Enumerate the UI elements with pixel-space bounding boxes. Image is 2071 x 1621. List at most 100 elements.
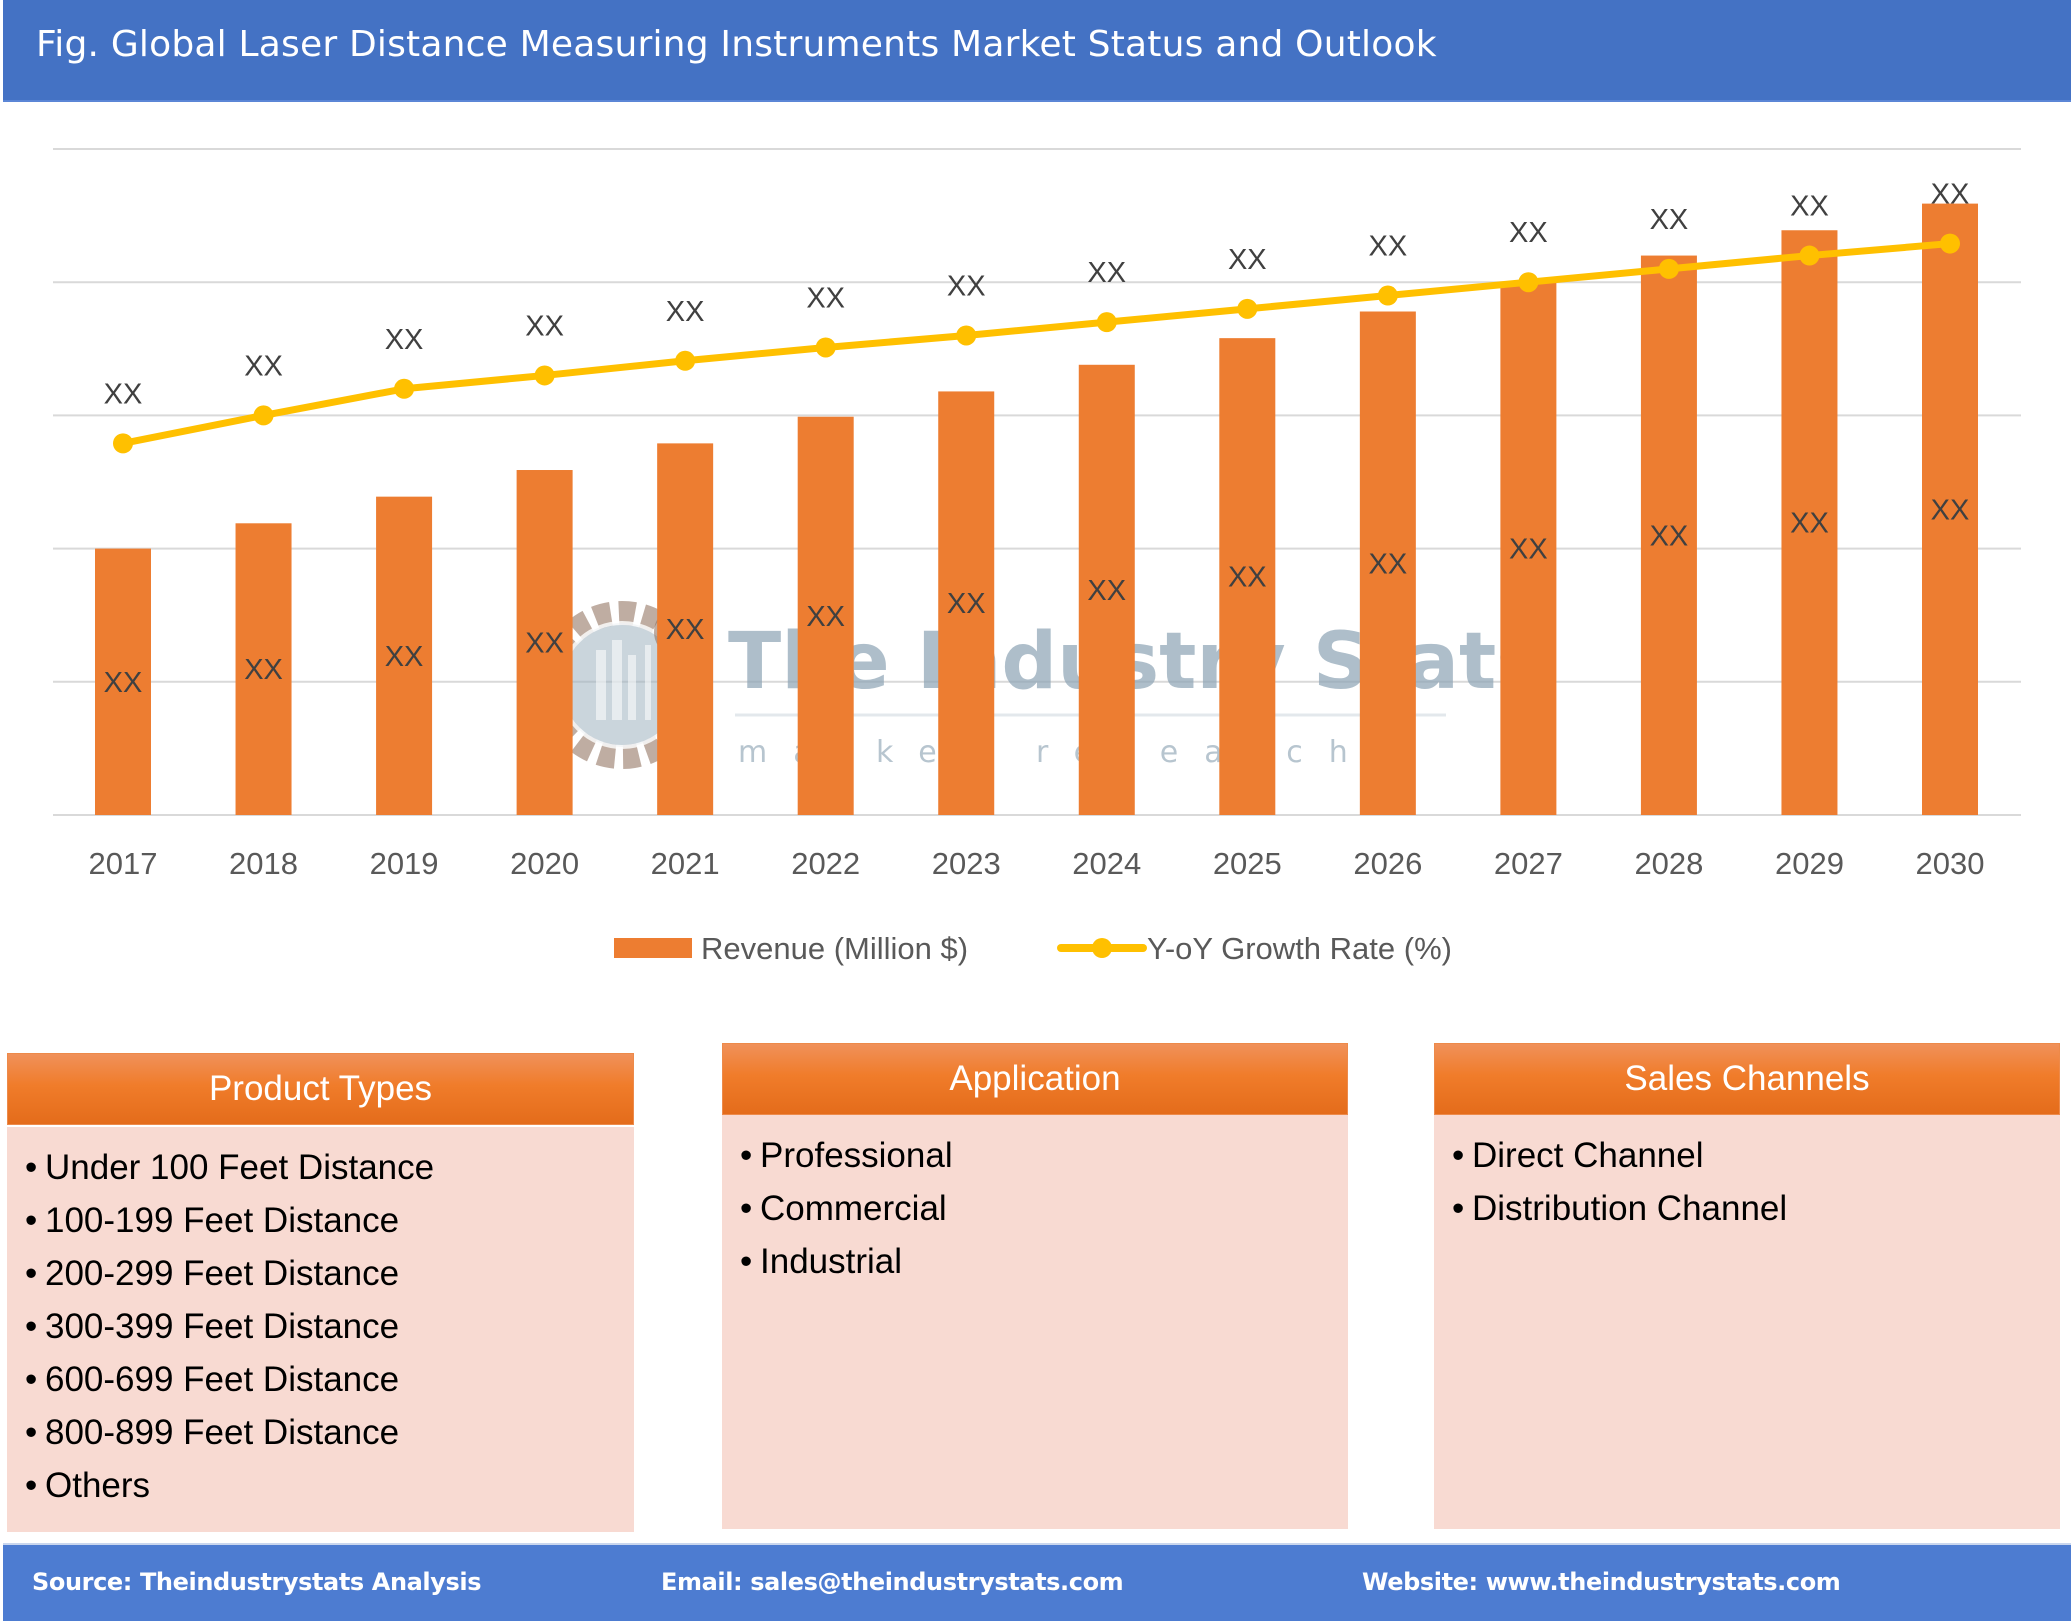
panel-sales-channels: Sales Channels • Direct Channel • Distribut… bbox=[1434, 1043, 2060, 1529]
list-item: • 800-899 Feet Distance bbox=[25, 1406, 634, 1459]
legend-growth-label: Y-oY Growth Rate (%) bbox=[1147, 931, 1452, 966]
growth-marker bbox=[394, 378, 415, 399]
bullet-icon: • bbox=[1452, 1189, 1465, 1228]
sales-channels-list: • Direct Channel • Distribution Channel bbox=[1452, 1129, 2060, 1235]
list-item-label: Distribution Channel bbox=[1472, 1189, 1788, 1228]
footer: Source: Theindustrystats Analysis Email:… bbox=[3, 1543, 2071, 1621]
growth-marker bbox=[675, 350, 696, 371]
x-axis-tick-labels: 2017 2018 2019 2020 2021 2022 2023 2024 2025 2026… bbox=[89, 846, 1985, 881]
legend: Revenue (Million $) Y-oY Growth Rate (%) bbox=[614, 931, 1452, 966]
growth-data-label: XX bbox=[1087, 257, 1126, 289]
list-item-label: 300-399 Feet Distance bbox=[45, 1307, 400, 1346]
revenue-data-label: XX bbox=[806, 601, 845, 633]
list-item-label: Direct Channel bbox=[1472, 1136, 1704, 1175]
list-item: • 200-299 Feet Distance bbox=[25, 1247, 634, 1300]
growth-marker bbox=[1377, 285, 1398, 306]
list-item-label: Industrial bbox=[760, 1242, 903, 1281]
x-tick-label: 2022 bbox=[791, 846, 860, 881]
growth-data-label: XX bbox=[104, 378, 143, 410]
list-item-label: Others bbox=[45, 1466, 151, 1505]
growth-marker bbox=[956, 325, 977, 346]
growth-data-label: XX bbox=[947, 270, 986, 302]
growth-data-label: XX bbox=[385, 324, 424, 356]
x-tick-label: 2017 bbox=[89, 846, 158, 881]
list-item: • Commercial bbox=[740, 1182, 1348, 1235]
panel-application: Application • Professional • Commercial • Ind… bbox=[722, 1043, 1348, 1529]
list-item: • Industrial bbox=[740, 1235, 1348, 1288]
growth-data-label: XX bbox=[1369, 231, 1408, 263]
growth-data-label: XX bbox=[1509, 217, 1548, 249]
revenue-data-label: XX bbox=[1087, 575, 1126, 607]
footer-website[interactable]: Website: www.theindustrystats.com bbox=[1362, 1568, 1841, 1596]
panel-header: Sales Channels bbox=[1434, 1043, 2060, 1115]
bullet-icon: • bbox=[740, 1136, 753, 1175]
growth-data-label: XX bbox=[1790, 191, 1829, 223]
x-tick-label: 2020 bbox=[510, 846, 579, 881]
list-item: • Under 100 Feet Distance bbox=[25, 1141, 634, 1194]
bullet-icon: • bbox=[740, 1189, 753, 1228]
growth-marker bbox=[1658, 258, 1679, 279]
revenue-data-label: XX bbox=[666, 614, 705, 646]
growth-data-label: XX bbox=[806, 282, 845, 314]
list-item-label: Under 100 Feet Distance bbox=[45, 1148, 435, 1187]
x-tick-label: 2027 bbox=[1494, 846, 1563, 881]
list-item: • 300-399 Feet Distance bbox=[25, 1300, 634, 1353]
growth-data-label: XX bbox=[1650, 204, 1689, 236]
x-tick-label: 2028 bbox=[1634, 846, 1703, 881]
revenue-data-label: XX bbox=[104, 667, 143, 699]
application-list: • Professional • Commercial • Industrial bbox=[740, 1129, 1348, 1288]
growth-data-label: XX bbox=[666, 296, 705, 328]
revenue-data-label: XX bbox=[1790, 508, 1829, 540]
bullet-icon: • bbox=[1452, 1136, 1465, 1175]
bullet-icon: • bbox=[740, 1242, 753, 1281]
growth-marker bbox=[253, 405, 274, 426]
growth-marker bbox=[1096, 312, 1117, 333]
bullet-icon: • bbox=[25, 1307, 38, 1346]
x-tick-label: 2023 bbox=[932, 846, 1001, 881]
x-tick-label: 2021 bbox=[651, 846, 720, 881]
growth-marker bbox=[534, 365, 555, 386]
revenue-data-label: XX bbox=[1650, 520, 1689, 552]
x-tick-label: 2026 bbox=[1353, 846, 1422, 881]
bullet-icon: • bbox=[25, 1466, 38, 1505]
panel-header: Application bbox=[722, 1043, 1348, 1115]
x-tick-label: 2018 bbox=[229, 846, 298, 881]
list-item: • Professional bbox=[740, 1129, 1348, 1182]
list-item: • 600-699 Feet Distance bbox=[25, 1353, 634, 1406]
growth-marker bbox=[1799, 245, 1820, 266]
bullet-icon: • bbox=[25, 1360, 38, 1399]
revenue-data-label: XX bbox=[1509, 534, 1548, 566]
bullet-icon: • bbox=[25, 1148, 38, 1187]
x-tick-label: 2025 bbox=[1213, 846, 1282, 881]
x-tick-label: 2024 bbox=[1072, 846, 1141, 881]
page-title: Fig. Global Laser Distance Measuring Ins… bbox=[36, 24, 1437, 65]
revenue-data-label: XX bbox=[1931, 494, 1970, 526]
chart: The Industry Stats market research XX XX X… bbox=[53, 148, 2021, 966]
growth-marker bbox=[113, 433, 133, 454]
growth-marker bbox=[1237, 298, 1258, 319]
growth-marker bbox=[1940, 233, 1960, 254]
legend-revenue-swatch bbox=[614, 938, 692, 958]
bullet-icon: • bbox=[25, 1201, 38, 1240]
product-types-list: • Under 100 Feet Distance • 100-199 Feet Di… bbox=[25, 1141, 634, 1512]
growth-marker bbox=[1518, 272, 1539, 293]
list-item: • Distribution Channel bbox=[1452, 1182, 2060, 1235]
panel-body: • Professional • Commercial • Industrial bbox=[722, 1115, 1348, 1529]
footer-email[interactable]: Email: sales@theindustrystats.com bbox=[661, 1568, 1124, 1596]
panel-body: • Under 100 Feet Distance • 100-199 Feet Di… bbox=[7, 1127, 634, 1532]
bullet-icon: • bbox=[25, 1413, 38, 1452]
panel-body: • Direct Channel • Distribution Channel bbox=[1434, 1115, 2060, 1529]
revenue-data-label: XX bbox=[385, 641, 424, 673]
revenue-bars bbox=[95, 203, 1978, 815]
growth-data-label: XX bbox=[1228, 244, 1267, 276]
x-tick-label: 2019 bbox=[370, 846, 439, 881]
revenue-data-label: XX bbox=[947, 588, 986, 620]
growth-marker bbox=[815, 337, 836, 358]
list-item: • 100-199 Feet Distance bbox=[25, 1194, 634, 1247]
list-item-label: 100-199 Feet Distance bbox=[45, 1201, 400, 1240]
list-item-label: Professional bbox=[760, 1136, 953, 1175]
revenue-data-label: XX bbox=[244, 654, 283, 686]
revenue-data-label: XX bbox=[525, 628, 564, 660]
footer-source: Source: Theindustrystats Analysis bbox=[32, 1568, 482, 1596]
list-item-label: 200-299 Feet Distance bbox=[45, 1254, 400, 1293]
